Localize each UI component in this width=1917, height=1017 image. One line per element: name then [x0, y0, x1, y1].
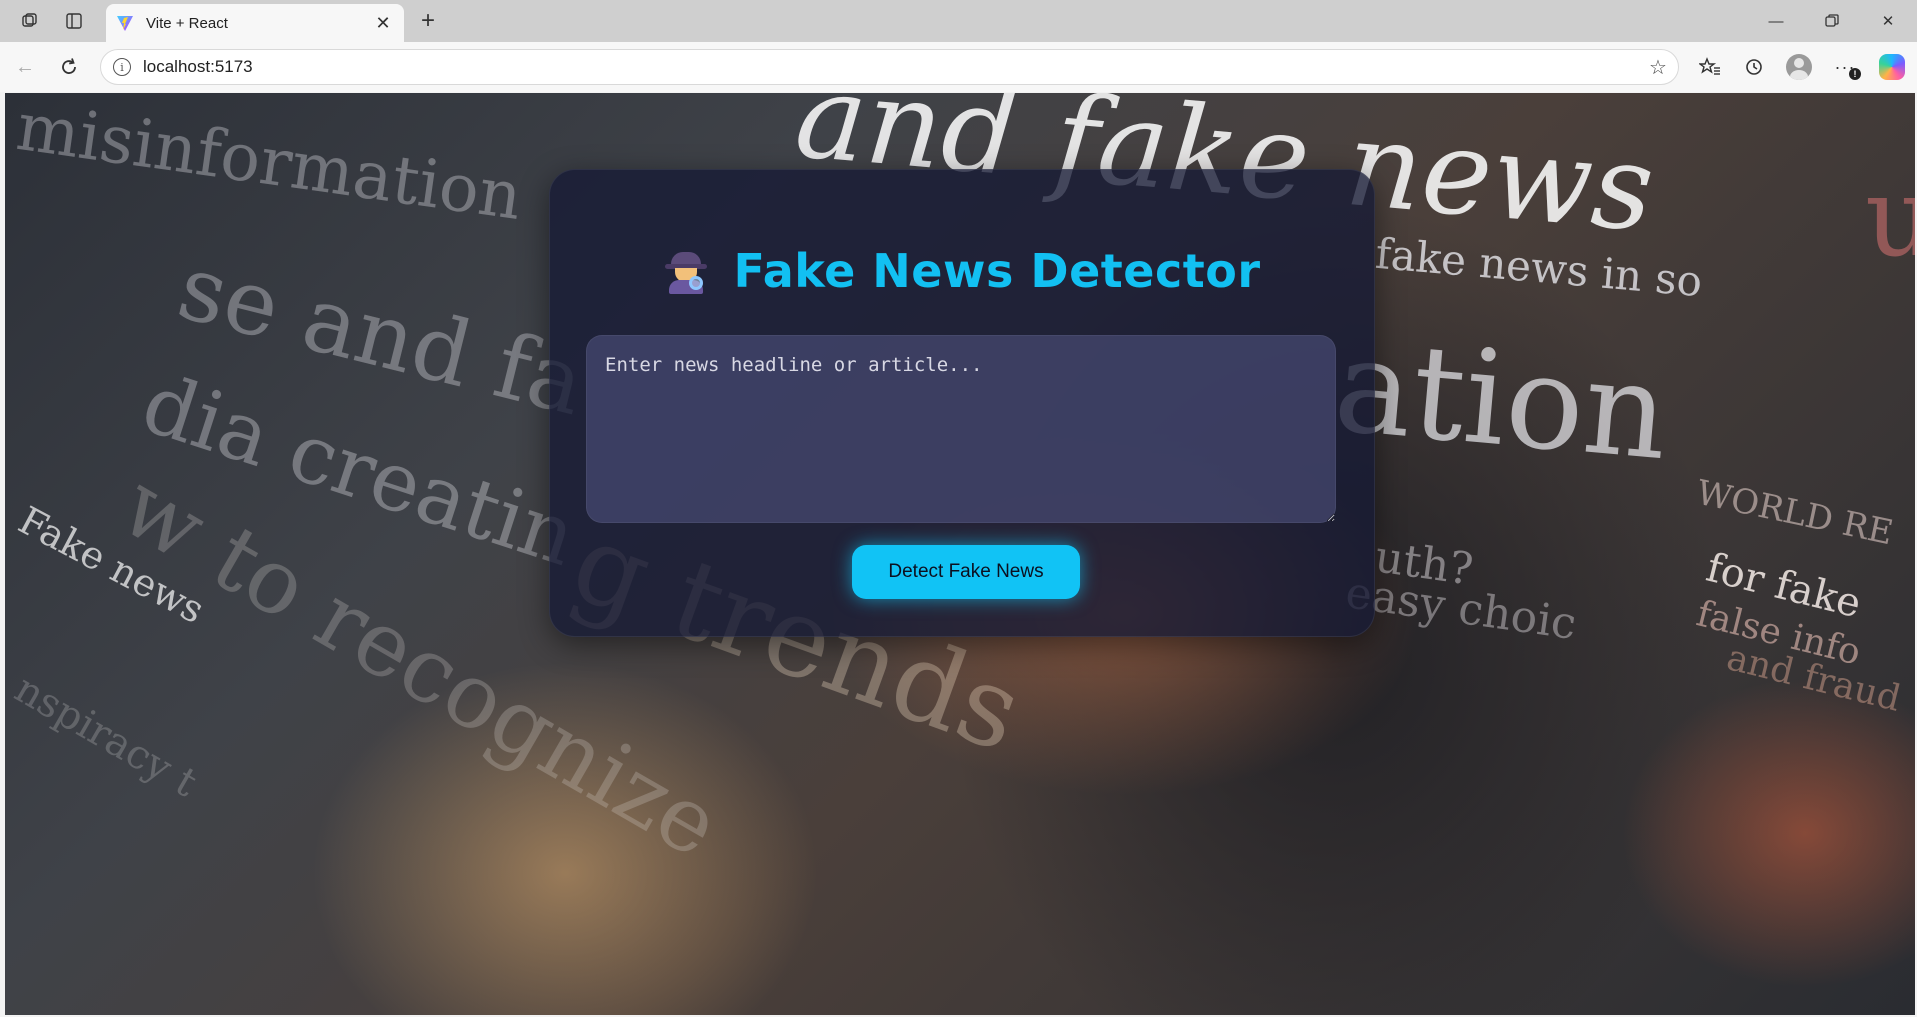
workspaces-icon[interactable]	[14, 6, 46, 36]
minimize-icon[interactable]: —	[1748, 0, 1804, 42]
close-window-icon[interactable]: ✕	[1860, 0, 1916, 42]
background-image-text: nspiracy t	[6, 665, 205, 807]
site-info-icon[interactable]: i	[113, 58, 131, 76]
tab-strip: Vite + React ✕ + — ✕	[0, 0, 1917, 42]
background-image-text: uth?	[1371, 531, 1477, 596]
new-tab-icon[interactable]: +	[412, 6, 444, 36]
url-text[interactable]: localhost:5173	[143, 57, 1638, 77]
refresh-icon[interactable]	[52, 50, 86, 84]
detect-fake-news-button[interactable]: Detect Fake News	[852, 545, 1080, 599]
vite-favicon-icon	[117, 16, 133, 31]
page-title-text: Fake News Detector	[733, 244, 1261, 298]
detective-icon	[663, 248, 709, 294]
background-image-text: for fake	[1701, 544, 1866, 628]
background-image-text: and fraud	[1722, 637, 1905, 720]
background-image-text: dia creatin	[131, 356, 587, 585]
profile-avatar[interactable]	[1781, 50, 1817, 84]
back-icon[interactable]: ←	[8, 50, 42, 84]
background-image-text: easy choic	[1342, 567, 1580, 650]
favorite-star-icon[interactable]: ☆	[1638, 55, 1678, 80]
tab-title: Vite + React	[146, 14, 228, 32]
background-image-text: misinformation	[12, 93, 527, 236]
favorites-icon[interactable]	[1692, 50, 1728, 84]
background-image-text: se and fa	[168, 234, 595, 437]
background-image-text: fake news in so	[1373, 228, 1705, 307]
background-image-text: u	[1865, 153, 1915, 281]
address-bar[interactable]: i localhost:5173 ☆	[100, 49, 1679, 85]
news-input[interactable]	[586, 335, 1336, 523]
page-title: Fake News Detector	[550, 244, 1374, 298]
detector-card: Fake News Detector Detect Fake News	[549, 169, 1375, 637]
background-image-text: ation	[1329, 308, 1675, 490]
browser-toolbar: ← i localhost:5173 ☆ ··· !	[0, 42, 1917, 92]
copilot-icon[interactable]	[1874, 50, 1910, 84]
more-menu-icon[interactable]: ··· !	[1827, 50, 1863, 84]
history-icon[interactable]	[1736, 50, 1772, 84]
page-viewport: and fake news misinformation se and fa d…	[5, 93, 1915, 1015]
vertical-tabs-icon[interactable]	[58, 6, 90, 36]
active-tab[interactable]: Vite + React ✕	[106, 4, 404, 42]
background-image-text: Fake news	[11, 497, 212, 633]
background-image-text: false info	[1692, 593, 1865, 674]
background-image-text: WORLD RE	[1693, 472, 1897, 554]
restore-icon[interactable]	[1804, 0, 1860, 42]
notification-badge: !	[1849, 68, 1861, 80]
close-tab-icon[interactable]: ✕	[372, 13, 394, 34]
